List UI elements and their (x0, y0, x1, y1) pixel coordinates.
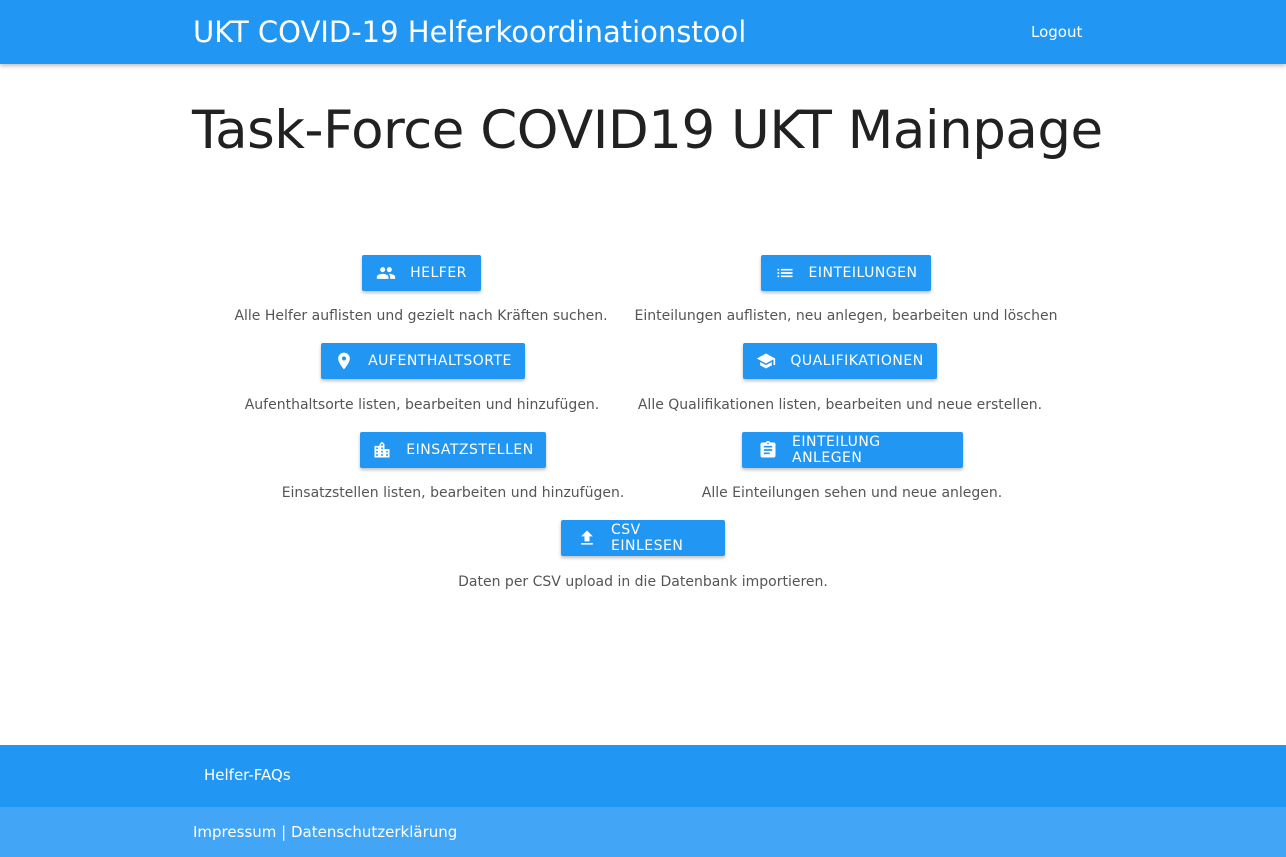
csv-einlesen-button[interactable]: CSV EINLESEN (561, 520, 725, 556)
logout-link[interactable]: Logout (1031, 22, 1082, 42)
qualifikationen-description: Alle Qualifikationen listen, bearbeiten … (637, 397, 1043, 413)
footer-legal-links: Impressum | Datenschutzerklärung (193, 822, 457, 842)
datenschutz-link[interactable]: Datenschutzerklärung (291, 823, 457, 841)
helfer-button-label: HELFER (410, 265, 467, 281)
aufenthaltsorte-button-label: AUFENTHALTSORTE (368, 353, 512, 369)
einteilungen-description: Einteilungen auflisten, neu anlegen, bea… (634, 308, 1058, 324)
einsatzstellen-button[interactable]: EINSATZSTELLEN (360, 432, 546, 468)
aufenthaltsorte-button[interactable]: AUFENTHALTSORTE (321, 343, 525, 379)
einteilungen-button[interactable]: EINTEILUNGEN (761, 255, 931, 291)
csv-einlesen-button-label: CSV EINLESEN (611, 522, 684, 554)
page-title: Task-Force COVID19 UKT Mainpage (192, 100, 1103, 161)
upload-icon (581, 530, 593, 545)
helfer-faqs-link[interactable]: Helfer-FAQs (204, 765, 291, 785)
einsatzstellen-description: Einsatzstellen listen, bearbeiten und hi… (281, 485, 625, 501)
impressum-link[interactable]: Impressum (193, 823, 276, 841)
einteilungen-button-label: EINTEILUNGEN (808, 265, 918, 281)
footer-separator: | (276, 823, 291, 841)
place-icon (338, 352, 350, 370)
footer-links-bar (0, 745, 1286, 807)
aufenthaltsorte-description: Aufenthaltsorte listen, bearbeiten und h… (244, 397, 600, 413)
einteilung-anlegen-button-label: EINTEILUNG ANLEGEN (792, 434, 881, 466)
location-city-icon (374, 441, 390, 458)
einteilung-anlegen-description: Alle Einteilungen sehen und neue anlegen… (701, 485, 1003, 501)
einsatzstellen-button-label: EINSATZSTELLEN (406, 442, 534, 458)
people-icon (376, 267, 396, 279)
qualifikationen-button-label: QUALIFIKATIONEN (790, 353, 924, 369)
qualifikationen-button[interactable]: QUALIFIKATIONEN (743, 343, 937, 379)
helfer-button[interactable]: HELFER (362, 255, 481, 291)
helfer-description: Alle Helfer auflisten und gezielt nach K… (234, 308, 608, 324)
einteilung-anlegen-button[interactable]: EINTEILUNG ANLEGEN (742, 432, 963, 468)
school-icon (757, 353, 776, 369)
assignment-icon (760, 440, 776, 458)
app-brand-title[interactable]: UKT COVID-19 Helferkoordinationstool (193, 13, 746, 51)
csv-einlesen-description: Daten per CSV upload in die Datenbank im… (458, 574, 828, 590)
top-navbar: UKT COVID-19 Helferkoordinationstool Log… (0, 0, 1286, 64)
list-icon (777, 268, 793, 278)
